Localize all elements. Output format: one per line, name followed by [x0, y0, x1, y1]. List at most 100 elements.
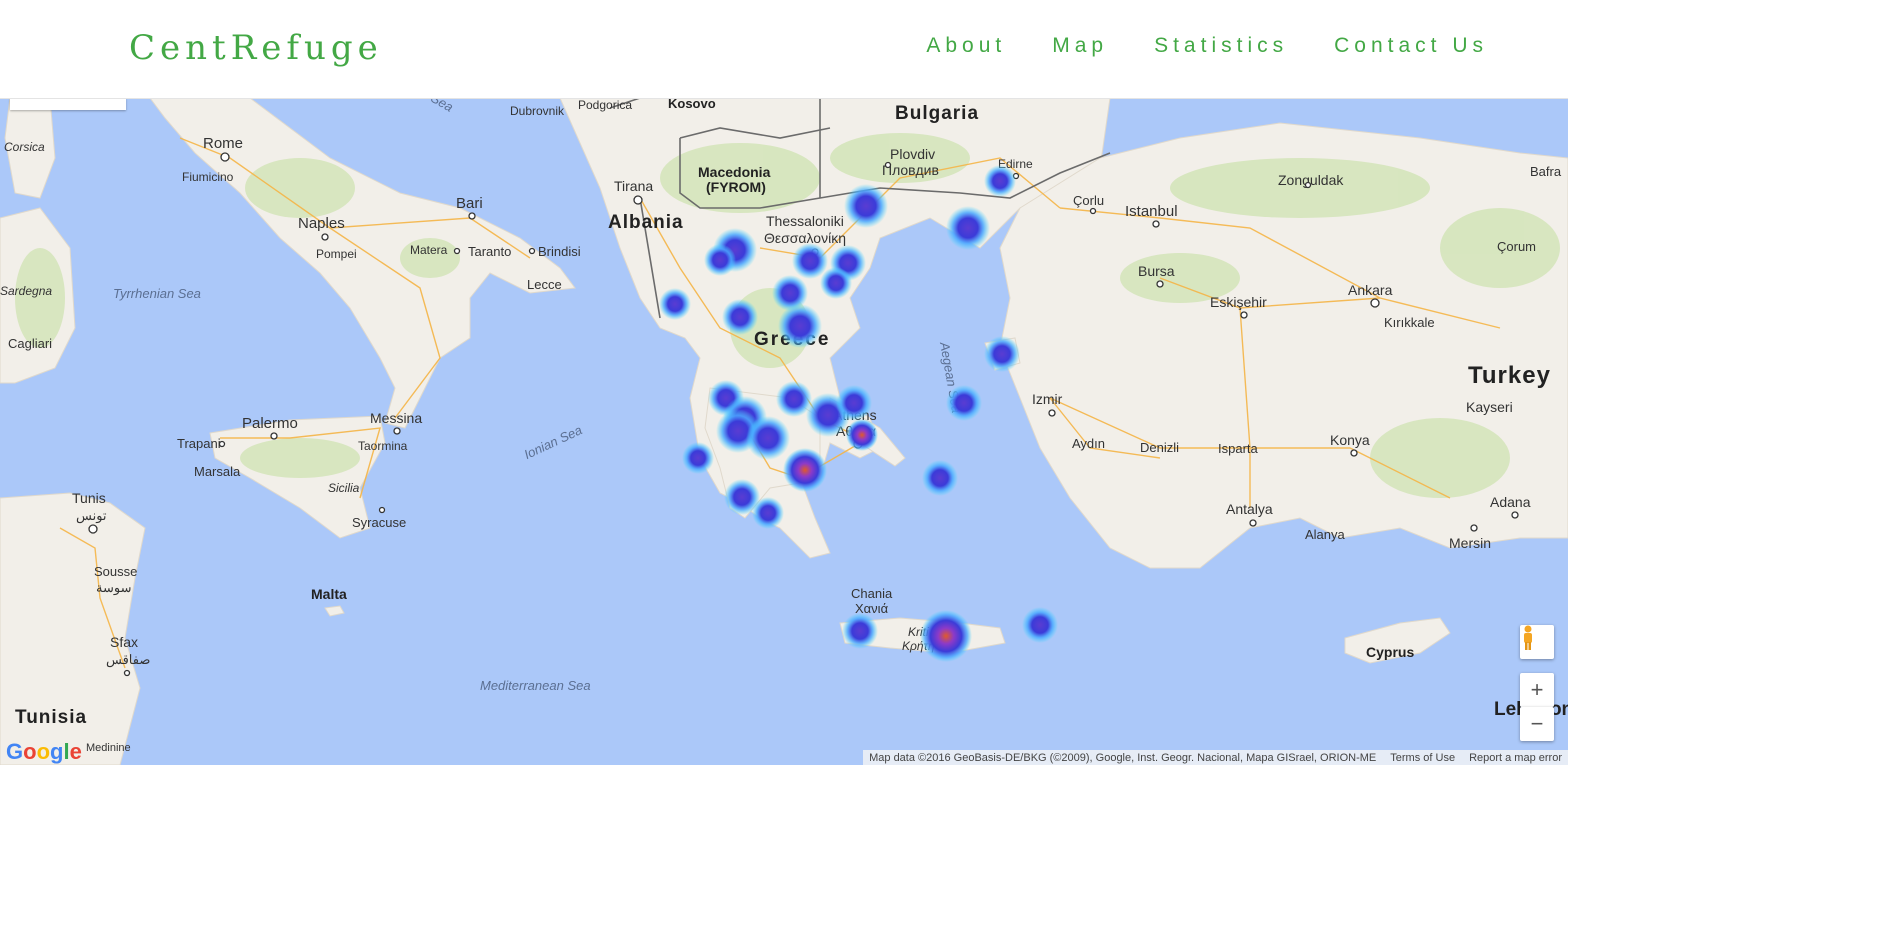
heatmap-hotspot — [792, 243, 828, 279]
zoom-in-button[interactable]: + — [1520, 673, 1554, 707]
label-pompei: Pompei — [316, 247, 357, 261]
label-rome: Rome — [203, 135, 243, 152]
label-medinine: Medinine — [86, 742, 131, 754]
label-ionian-sea: Ionian Sea — [522, 422, 585, 462]
terms-of-use-link[interactable]: Terms of Use — [1390, 752, 1455, 764]
label-matera: Matera — [410, 243, 448, 257]
label-cagliari: Cagliari — [8, 336, 52, 351]
nav-about[interactable]: About — [926, 34, 1006, 58]
label-adriatic-sea-fragment: Sea — [428, 98, 456, 115]
label-isparta: Isparta — [1218, 441, 1259, 456]
heatmap-hotspot — [722, 299, 758, 335]
pegman-glyph — [1524, 625, 1532, 650]
label-palermo: Palermo — [242, 415, 298, 432]
map-type-control[interactable] — [10, 98, 126, 110]
pegman-icon[interactable] — [1520, 625, 1554, 659]
heatmap-hotspot — [820, 267, 852, 299]
label-tyrrhenian-sea: Tyrrhenian Sea — [113, 286, 201, 301]
label-konya: Konya — [1330, 432, 1370, 448]
heatmap-hotspot — [984, 165, 1016, 197]
heatmap-hotspot — [920, 610, 972, 662]
zoom-out-button[interactable]: − — [1520, 707, 1554, 741]
label-zonguldak: Zonguldak — [1278, 172, 1344, 188]
map-canvas: Bulgaria Macedonia (FYROM) Albania Kosov… — [0, 98, 1568, 765]
label-tirana: Tirana — [614, 178, 653, 194]
heatmap-hotspot — [836, 385, 872, 421]
brand-logo[interactable]: CentRefuge — [129, 28, 383, 68]
label-malta: Malta — [311, 586, 347, 602]
label-dubrovnik: Dubrovnik — [510, 104, 565, 118]
label-sardegna: Sardegna — [0, 284, 52, 298]
google-logo-o1: o — [23, 739, 37, 764]
label-albania: Albania — [608, 212, 684, 233]
label-corsica: Corsica — [4, 140, 45, 154]
nav-map[interactable]: Map — [1052, 34, 1108, 58]
label-bafra: Bafra — [1530, 164, 1562, 179]
label-podgorica: Podgorica — [578, 98, 632, 112]
label-sfax-ar: صفاقس — [106, 652, 150, 668]
label-turkey: Turkey — [1468, 362, 1551, 389]
label-plovdiv: Plovdiv — [890, 146, 935, 162]
label-taranto: Taranto — [468, 244, 511, 259]
label-tunis: Tunis — [72, 490, 106, 506]
google-logo-e: e — [69, 739, 82, 764]
label-taormina: Taormina — [358, 439, 408, 453]
label-bari: Bari — [456, 195, 483, 212]
label-sicilia: Sicilia — [328, 481, 360, 495]
nav-statistics[interactable]: Statistics — [1154, 34, 1288, 58]
label-aydin: Aydın — [1072, 436, 1105, 451]
label-kirikkale: Kırıkkale — [1384, 315, 1435, 330]
heatmap-hotspot — [682, 442, 714, 474]
main-nav: About Map Statistics Contact Us — [926, 34, 1488, 58]
google-logo-g: G — [6, 739, 24, 764]
label-sfax: Sfax — [110, 634, 138, 650]
heatmap-hotspot — [946, 385, 982, 421]
heatmap-hotspot — [846, 419, 878, 451]
label-thessaloniki: Thessaloniki — [766, 213, 844, 229]
label-mersin: Mersin — [1449, 535, 1491, 551]
top-navbar: CentRefuge About Map Statistics Contact … — [0, 0, 1568, 99]
google-logo: Google — [6, 739, 82, 765]
map-attribution: Map data ©2016 GeoBasis-DE/BKG (©2009), … — [863, 750, 1568, 765]
label-chania: Chania — [851, 586, 893, 601]
heatmap-hotspot — [746, 416, 790, 460]
nav-contact-us[interactable]: Contact Us — [1334, 34, 1488, 58]
report-map-error-link[interactable]: Report a map error — [1469, 752, 1562, 764]
label-macedonia: Macedonia — [698, 164, 771, 180]
label-kayseri: Kayseri — [1466, 399, 1513, 415]
label-sousse: Sousse — [94, 564, 137, 579]
label-sousse-ar: سوسة — [96, 580, 131, 596]
label-naples: Naples — [298, 215, 345, 232]
label-izmir: Izmir — [1032, 391, 1063, 407]
google-logo-o2: o — [36, 739, 51, 764]
label-thessaloniki-gr: Θεσσαλονίκη — [764, 230, 846, 246]
label-istanbul: Istanbul — [1125, 203, 1178, 220]
label-fiumicino: Fiumicino — [182, 170, 234, 184]
heatmap-hotspot — [1022, 607, 1058, 643]
heatmap-hotspot — [783, 448, 827, 492]
heatmap-hotspot — [659, 288, 691, 320]
label-tunis-ar: تونس — [76, 508, 107, 524]
label-antalya: Antalya — [1226, 501, 1273, 517]
zoom-out-label: − — [1530, 711, 1544, 736]
heatmap-hotspot — [704, 244, 736, 276]
label-cyprus: Cyprus — [1366, 644, 1414, 660]
heatmap-hotspot — [778, 304, 822, 348]
label-trapani: Trapani — [177, 436, 221, 451]
label-fyrom: (FYROM) — [706, 179, 766, 195]
heatmap-hotspot — [752, 497, 784, 529]
google-logo-g2: g — [50, 739, 64, 764]
label-ankara: Ankara — [1348, 282, 1393, 298]
label-kosovo: Kosovo — [668, 98, 716, 111]
heatmap-hotspot — [922, 460, 958, 496]
label-corum: Çorum — [1497, 239, 1536, 254]
label-corlu: Çorlu — [1073, 193, 1104, 208]
refugee-heatmap[interactable]: Bulgaria Macedonia (FYROM) Albania Kosov… — [0, 98, 1568, 765]
heatmap-hotspot — [842, 613, 878, 649]
label-bulgaria: Bulgaria — [895, 103, 979, 124]
label-mediterranean-sea: Mediterranean Sea — [480, 678, 591, 693]
label-messina: Messina — [370, 410, 422, 426]
label-syracuse: Syracuse — [352, 515, 406, 530]
heatmap-hotspot — [844, 184, 888, 228]
label-eskisehir: Eskişehir — [1210, 294, 1267, 310]
